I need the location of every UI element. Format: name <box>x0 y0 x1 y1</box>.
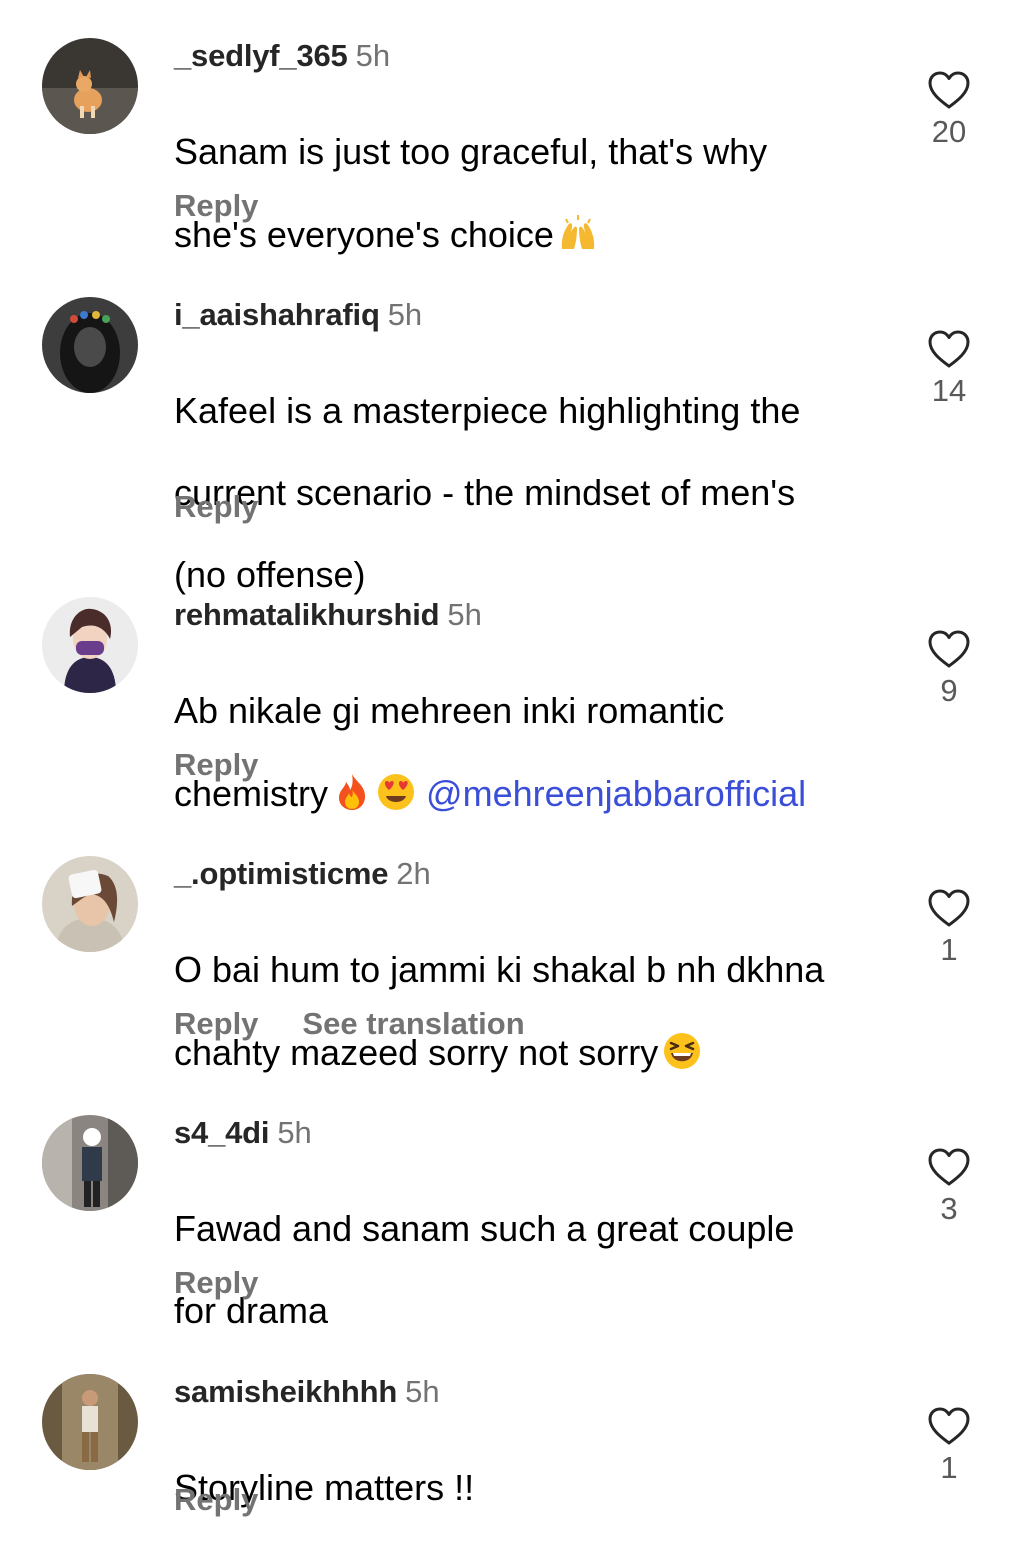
comment-username[interactable]: s4_4di <box>174 1115 270 1150</box>
heart-icon <box>928 630 970 668</box>
like-count: 14 <box>931 373 967 408</box>
mention-link[interactable]: @mehreenjabbarofficial <box>426 773 806 814</box>
like-count: 3 <box>940 1191 958 1226</box>
comment-time: 5h <box>355 38 391 73</box>
reply-button[interactable]: Reply <box>174 489 258 524</box>
fire-emoji-icon <box>339 774 366 810</box>
comment-username[interactable]: samisheikhhhh <box>174 1374 397 1409</box>
reply-button[interactable]: Reply <box>174 188 258 223</box>
comment-text: Storyline matters !! <box>174 1426 874 1549</box>
comment-text-line: Sanam is just too graceful, that's why <box>174 131 768 172</box>
avatar[interactable] <box>42 297 138 393</box>
comment-time: 5h <box>405 1374 440 1409</box>
like-button[interactable]: 3 <box>920 1147 978 1227</box>
comment-username[interactable]: rehmatalikhurshid <box>174 597 440 632</box>
heart-icon <box>928 71 970 109</box>
like-count: 1 <box>940 1450 958 1485</box>
comment-time: 5h <box>277 1115 312 1150</box>
avatar[interactable] <box>42 1115 138 1211</box>
comment-text-line: current scenario - the mindset of men's <box>174 472 796 513</box>
like-button[interactable]: 1 <box>920 1406 978 1486</box>
raising-hands-emoji-icon <box>561 215 595 249</box>
comment-username[interactable]: _sedlyf_365 <box>174 38 348 73</box>
comment-text-line: for drama <box>174 1290 329 1331</box>
comment-text-line: Storyline matters !! <box>174 1467 475 1508</box>
like-count: 20 <box>931 114 967 149</box>
like-count: 9 <box>940 673 958 708</box>
heart-icon <box>928 889 970 927</box>
comment-username[interactable]: _.optimisticme <box>174 856 388 891</box>
comment-text-line: Fawad and sanam such a great couple <box>174 1208 795 1249</box>
heart-icon <box>928 1407 970 1445</box>
reply-button[interactable]: Reply <box>174 747 258 782</box>
like-button[interactable]: 1 <box>920 888 978 968</box>
comment-text-line: O bai hum to jammi ki shakal b nh dkhna <box>174 949 825 990</box>
like-button[interactable]: 14 <box>920 329 978 409</box>
comment-time: 2h <box>396 856 431 891</box>
comment-text-line: (no offense) <box>174 554 366 595</box>
like-count: 1 <box>940 932 958 967</box>
like-button[interactable]: 9 <box>920 629 978 709</box>
comment-time: 5h <box>447 597 482 632</box>
comment-text: Ab nikale gi mehreen inki romantic chemi… <box>174 649 874 855</box>
heart-icon <box>928 330 970 368</box>
heart-eyes-emoji-icon <box>378 774 415 810</box>
avatar[interactable] <box>42 597 138 693</box>
reply-button[interactable]: Reply <box>174 1482 258 1517</box>
comment-text: Fawad and sanam such a great couple for … <box>174 1167 874 1372</box>
heart-icon <box>928 1148 970 1186</box>
comment-text: Kafeel is a masterpiece highlighting the… <box>174 349 874 636</box>
comment-text-line: Kafeel is a masterpiece highlighting the <box>174 390 801 431</box>
reply-button[interactable]: Reply <box>174 1265 258 1300</box>
see-translation-button[interactable]: See translation <box>302 1006 524 1041</box>
comment-username[interactable]: i_aaishahrafiq <box>174 297 380 332</box>
grinning-squinting-emoji-icon <box>664 1033 701 1069</box>
like-button[interactable]: 20 <box>920 70 978 150</box>
avatar[interactable] <box>42 1374 138 1470</box>
avatar[interactable] <box>42 856 138 952</box>
comment-text-line: Ab nikale gi mehreen inki romantic <box>174 690 725 731</box>
comment-time: 5h <box>387 297 423 332</box>
avatar[interactable] <box>42 38 138 134</box>
comment-text: Sanam is just too graceful, that's why s… <box>174 90 874 296</box>
reply-button[interactable]: Reply <box>174 1006 258 1041</box>
